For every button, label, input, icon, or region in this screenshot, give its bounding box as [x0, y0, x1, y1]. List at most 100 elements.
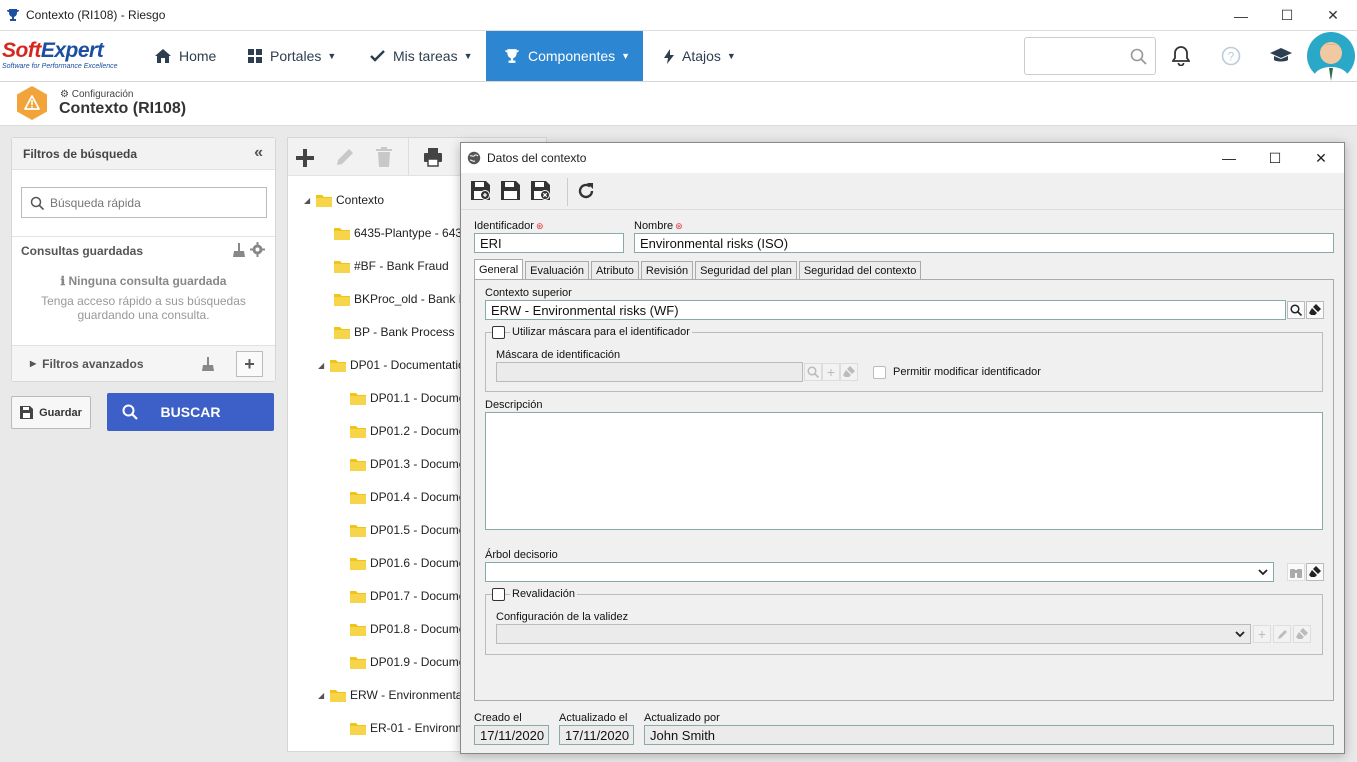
tree-item[interactable]: ◢ Contexto: [304, 190, 384, 210]
nombre-input[interactable]: Environmental risks (ISO): [634, 233, 1334, 253]
folder-icon: [330, 689, 346, 702]
tree-item[interactable]: BP - Bank Process: [334, 322, 455, 342]
expand-arrow-icon[interactable]: ◢: [318, 691, 330, 700]
tab-revision[interactable]: Revisión: [640, 261, 694, 279]
dialog-minimize-button[interactable]: —: [1206, 143, 1252, 173]
identificador-input[interactable]: ERI: [474, 233, 624, 253]
save-close-icon[interactable]: [531, 181, 551, 201]
dialog-tabs: General Evaluación Atributo Revisión Seg…: [474, 259, 923, 280]
expand-arrow-icon[interactable]: ◢: [304, 196, 316, 205]
delete-icon[interactable]: [375, 147, 393, 167]
nav-portales-label: Portales: [270, 48, 322, 64]
gear-icon[interactable]: [250, 242, 265, 257]
folder-icon: [330, 359, 346, 372]
tree-view-button[interactable]: [1287, 563, 1305, 581]
refresh-icon[interactable]: [576, 181, 596, 201]
save-icon[interactable]: [501, 181, 521, 201]
search-context-button[interactable]: [1287, 301, 1305, 319]
minimize-button[interactable]: —: [1218, 0, 1264, 31]
tree-item-label: #BF - Bank Fraud: [354, 259, 449, 273]
tab-atributo[interactable]: Atributo: [590, 261, 639, 279]
mascara-checkbox[interactable]: [492, 326, 505, 339]
add-validez-button: +: [1253, 625, 1271, 643]
clear-arbol-button[interactable]: [1306, 563, 1324, 581]
graduation-cap-icon[interactable]: [1270, 48, 1292, 64]
add-filter-button[interactable]: +: [236, 351, 263, 377]
folder-icon: [350, 425, 366, 438]
clear-context-button[interactable]: [1306, 301, 1324, 319]
quick-search-placeholder: Búsqueda rápida: [50, 195, 141, 210]
broom-icon[interactable]: [202, 357, 214, 371]
search-button[interactable]: BUSCAR: [107, 393, 274, 431]
revalidacion-checkbox[interactable]: [492, 588, 505, 601]
chevron-down-icon: ▼: [463, 51, 473, 61]
add-icon[interactable]: [295, 148, 315, 168]
chevron-down-icon: ▼: [621, 51, 631, 61]
nav-mis-tareas-label: Mis tareas: [393, 48, 458, 64]
gear-icon: ⚙: [60, 89, 69, 100]
tab-general[interactable]: General: [474, 259, 524, 279]
folder-icon: [350, 656, 366, 669]
save-new-icon[interactable]: [471, 181, 491, 201]
advanced-filters[interactable]: ▶ Filtros avanzados +: [12, 345, 275, 381]
mascara-check-label: Utilizar máscara para el identificador: [510, 326, 692, 338]
check-icon: [370, 50, 385, 62]
tree-item[interactable]: #BF - Bank Fraud: [334, 256, 449, 276]
tab-seguridad-plan[interactable]: Seguridad del plan: [695, 261, 797, 279]
general-tab-panel: Contexto superior ERW - Environmental ri…: [474, 279, 1334, 701]
breadcrumb[interactable]: ⚙ Configuración: [60, 89, 133, 100]
window-titlebar: Contexto (RI108) - Riesgo — ☐ ✕: [0, 0, 1357, 31]
descripcion-textarea[interactable]: [485, 412, 1323, 530]
tree-item-label: 6435-Plantype - 6435: [354, 226, 469, 240]
save-query-button[interactable]: Guardar: [11, 396, 91, 429]
folder-icon: [334, 227, 350, 240]
collapse-icon[interactable]: «: [254, 144, 263, 162]
dialog-close-button[interactable]: ✕: [1298, 143, 1344, 173]
edit-icon[interactable]: [335, 147, 355, 167]
logo-tagline: Software for Performance Excellence: [2, 63, 118, 70]
page-header: ⚙ Configuración Contexto (RI108): [0, 82, 1357, 126]
quick-search-input[interactable]: Búsqueda rápida: [21, 187, 267, 218]
home-icon: [155, 49, 171, 63]
tab-seguridad-contexto[interactable]: Seguridad del contexto: [798, 261, 922, 279]
chevron-down-icon: ▼: [726, 51, 736, 61]
nav-componentes[interactable]: Componentes ▼: [486, 31, 643, 81]
dialog-toolbar: [461, 174, 1344, 210]
tab-evaluacion[interactable]: Evaluación: [525, 261, 589, 279]
global-search-input[interactable]: [1024, 37, 1156, 75]
maximize-button[interactable]: ☐: [1264, 0, 1310, 31]
nav-componentes-label: Componentes: [528, 48, 616, 64]
help-icon[interactable]: ?: [1221, 46, 1241, 66]
nombre-label: Nombre ⊛: [634, 220, 683, 232]
expand-arrow-icon[interactable]: ◢: [318, 361, 330, 370]
eraser-icon: [1296, 628, 1308, 639]
required-icon: ⊛: [535, 221, 544, 231]
folder-icon: [334, 260, 350, 273]
nav-atajos-label: Atajos: [682, 48, 721, 64]
contexto-superior-input[interactable]: ERW - Environmental risks (WF): [485, 300, 1286, 320]
tree-item[interactable]: 6435-Plantype - 6435: [334, 223, 469, 243]
advanced-filters-label: Filtros avanzados: [42, 356, 144, 371]
trophy-icon: [505, 49, 519, 63]
dialog-title: Datos del contexto: [487, 151, 587, 165]
nav-home-label: Home: [179, 48, 217, 64]
arbol-select[interactable]: [485, 562, 1274, 582]
mascara-input: [496, 362, 803, 382]
close-button[interactable]: ✕: [1310, 0, 1356, 31]
bell-icon[interactable]: [1172, 46, 1190, 66]
avatar[interactable]: [1306, 31, 1357, 81]
nav-atajos[interactable]: Atajos ▼: [664, 31, 736, 81]
print-icon[interactable]: [423, 147, 443, 167]
tree-item[interactable]: ◢ DP01 - Documentation: [318, 355, 471, 375]
identificador-label: Identificador ⊛: [474, 220, 543, 232]
actualizado-value: 17/11/2020: [559, 725, 634, 745]
nav-portales[interactable]: Portales ▼: [248, 31, 336, 81]
nav-home[interactable]: Home: [155, 31, 216, 81]
dialog-maximize-button[interactable]: ☐: [1252, 143, 1298, 173]
trophy-icon: [7, 9, 19, 21]
context-data-dialog: Datos del contexto — ☐ ✕ Identificador ⊛ …: [460, 142, 1345, 754]
save-query-label: Guardar: [39, 406, 82, 419]
nav-mis-tareas[interactable]: Mis tareas ▼: [370, 31, 473, 81]
softexpert-logo[interactable]: SoftExpert Software for Performance Exce…: [2, 40, 132, 74]
broom-icon[interactable]: [233, 243, 245, 257]
